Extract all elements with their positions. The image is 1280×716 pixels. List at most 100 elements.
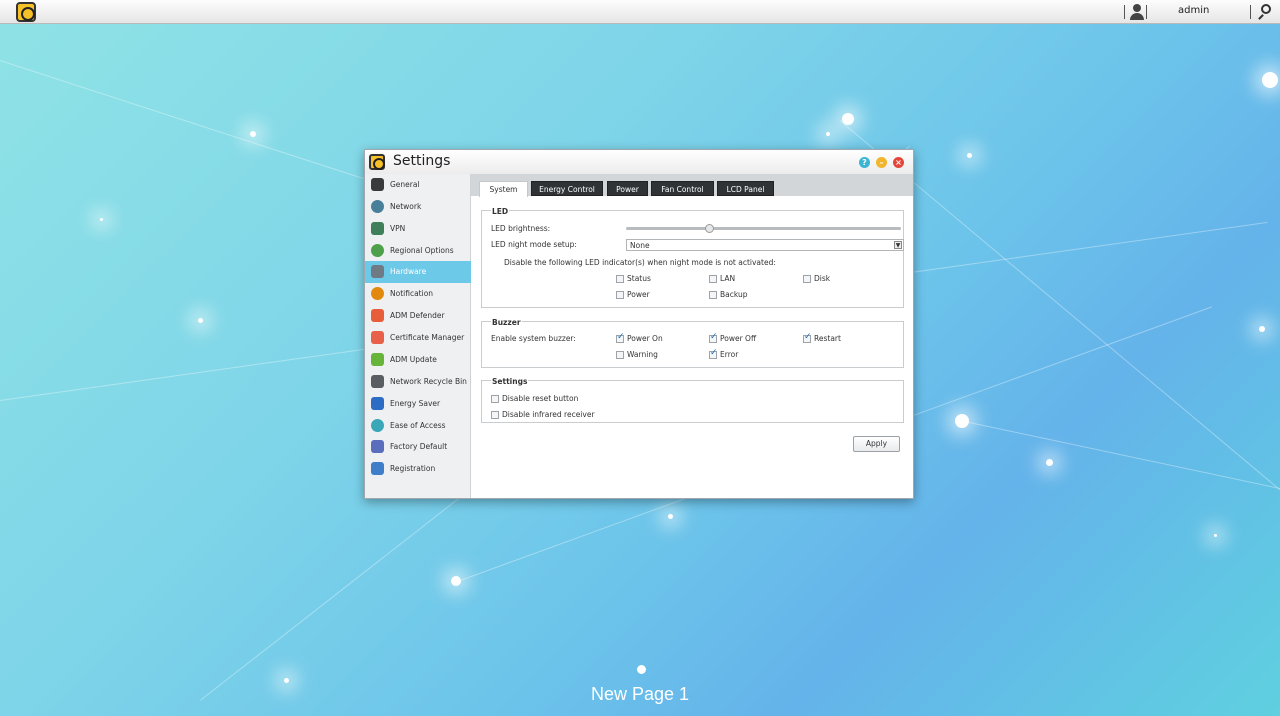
- separator: [1124, 5, 1125, 19]
- sidebar-item-notification[interactable]: Notification: [365, 283, 471, 305]
- buzzer-group-title: Buzzer: [491, 318, 522, 327]
- backup-led-checkbox[interactable]: [709, 291, 717, 299]
- separator: [1250, 5, 1251, 19]
- close-icon[interactable]: ×: [893, 157, 904, 168]
- sidebar-item-label: General: [390, 180, 420, 189]
- vpn-icon: [371, 222, 384, 235]
- disable-infrared-receiver-label: Disable infrared receiver: [502, 410, 595, 419]
- window-titlebar[interactable]: Settings ? – ×: [365, 150, 913, 174]
- tab-system[interactable]: System: [479, 181, 528, 197]
- power-on-checkbox[interactable]: [616, 332, 625, 343]
- chevron-down-icon[interactable]: ▼: [894, 241, 902, 249]
- apply-button[interactable]: Apply: [853, 436, 900, 452]
- update-arrow-icon: [371, 353, 384, 366]
- status-led-label: Status: [627, 274, 651, 283]
- sidebar-item-label: Certificate Manager: [390, 333, 465, 342]
- settings-content: System Energy Control Power Fan Control …: [471, 174, 913, 498]
- sidebar-item-vpn[interactable]: VPN: [365, 218, 471, 240]
- power-off-checkbox[interactable]: [709, 332, 718, 343]
- sidebar-item-hardware[interactable]: Hardware: [365, 261, 471, 283]
- main-menu-icon[interactable]: [16, 2, 36, 22]
- night-mode-select[interactable]: None ▼: [626, 239, 904, 251]
- sidebar-item-registration[interactable]: Registration: [365, 458, 471, 480]
- settings-sidebar: General Network VPN Regional Options Har…: [365, 174, 471, 498]
- lan-led-checkbox[interactable]: [709, 275, 717, 283]
- tab-fan-control[interactable]: Fan Control: [651, 181, 714, 196]
- power-on-label: Power On: [627, 334, 663, 343]
- power-led-label: Power: [627, 290, 650, 299]
- network-icon: [371, 200, 384, 213]
- sidebar-item-label: Registration: [390, 464, 436, 473]
- tab-power[interactable]: Power: [607, 181, 648, 196]
- sidebar-item-energy-saver[interactable]: Energy Saver: [365, 393, 471, 415]
- sidebar-item-general[interactable]: General: [365, 174, 471, 196]
- slider-handle[interactable]: [704, 224, 714, 233]
- sidebar-item-label: Hardware: [390, 267, 427, 276]
- error-checkbox[interactable]: [709, 348, 718, 359]
- tab-lcd-panel[interactable]: LCD Panel: [717, 181, 774, 196]
- username-label[interactable]: admin: [1178, 5, 1209, 16]
- led-disable-label: Disable the following LED indicator(s) w…: [504, 258, 776, 267]
- top-bar: admin: [0, 0, 1280, 24]
- sidebar-item-label: Ease of Access: [390, 421, 446, 430]
- sidebar-item-label: Network Recycle Bin: [390, 377, 467, 386]
- help-icon[interactable]: ?: [859, 157, 870, 168]
- restart-checkbox[interactable]: [803, 332, 812, 343]
- sidebar-item-adm-defender[interactable]: ADM Defender: [365, 305, 471, 327]
- sidebar-item-label: ADM Defender: [390, 311, 445, 320]
- tab-energy-control[interactable]: Energy Control: [531, 181, 603, 196]
- settings-group-title: Settings: [491, 377, 529, 386]
- led-group-title: LED: [491, 207, 510, 216]
- notification-icon: [371, 287, 384, 300]
- restart-label: Restart: [814, 334, 841, 343]
- power-off-label: Power Off: [720, 334, 757, 343]
- certificate-icon: [371, 331, 384, 344]
- tab-strip: System Energy Control Power Fan Control …: [471, 174, 913, 197]
- led-group: LED LED brightness: LED night mode setup…: [481, 207, 904, 308]
- disable-reset-button-checkbox[interactable]: [491, 395, 499, 403]
- power-led-checkbox[interactable]: [616, 291, 624, 299]
- sidebar-item-label: Regional Options: [390, 246, 454, 255]
- registration-icon: [371, 462, 384, 475]
- settings-group: Settings Disable reset button Disable in…: [481, 377, 904, 423]
- led-brightness-slider[interactable]: [626, 224, 901, 233]
- disable-infrared-receiver-checkbox[interactable]: [491, 411, 499, 419]
- page-indicator-dot[interactable]: [637, 665, 646, 674]
- sidebar-item-label: Energy Saver: [390, 399, 441, 408]
- globe-icon: [371, 244, 384, 257]
- search-icon[interactable]: [1258, 4, 1272, 20]
- night-mode-value: None: [630, 241, 650, 250]
- hardware-icon: [371, 265, 384, 278]
- backup-led-label: Backup: [720, 290, 748, 299]
- status-led-checkbox[interactable]: [616, 275, 624, 283]
- sidebar-item-label: VPN: [390, 224, 406, 233]
- general-icon: [371, 178, 384, 191]
- disk-led-label: Disk: [814, 274, 831, 283]
- separator: [1146, 5, 1147, 19]
- led-brightness-label: LED brightness:: [491, 224, 551, 233]
- window-title: Settings: [393, 153, 451, 169]
- sidebar-item-factory-default[interactable]: Factory Default: [365, 436, 471, 458]
- settings-window: Settings ? – × General Network VPN Regio…: [364, 149, 914, 499]
- sidebar-item-network-recycle-bin[interactable]: Network Recycle Bin: [365, 371, 471, 393]
- sidebar-item-certificate-manager[interactable]: Certificate Manager: [365, 327, 471, 349]
- disable-reset-button-label: Disable reset button: [502, 394, 579, 403]
- warning-checkbox[interactable]: [616, 351, 624, 359]
- sidebar-item-ease-of-access[interactable]: Ease of Access: [365, 415, 471, 437]
- user-icon[interactable]: [1130, 4, 1144, 20]
- lan-led-label: LAN: [720, 274, 736, 283]
- sidebar-item-regional-options[interactable]: Regional Options: [365, 240, 471, 262]
- minimize-icon[interactable]: –: [876, 157, 887, 168]
- sidebar-item-label: ADM Update: [390, 355, 437, 364]
- settings-app-icon: [369, 154, 385, 170]
- undo-icon: [371, 440, 384, 453]
- recycle-bin-icon: [371, 375, 384, 388]
- buzzer-label: Enable system buzzer:: [491, 334, 576, 343]
- error-label: Error: [720, 350, 739, 359]
- led-night-mode-label: LED night mode setup:: [491, 240, 577, 249]
- sidebar-item-network[interactable]: Network: [365, 196, 471, 218]
- sidebar-item-adm-update[interactable]: ADM Update: [365, 349, 471, 371]
- defender-icon: [371, 309, 384, 322]
- disk-led-checkbox[interactable]: [803, 275, 811, 283]
- desktop-page-label: New Page 1: [590, 684, 690, 704]
